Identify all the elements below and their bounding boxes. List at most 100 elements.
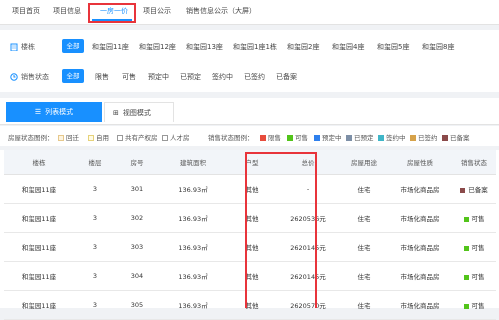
legend-swatch — [378, 135, 384, 141]
cell-status: 已备案 — [452, 174, 496, 204]
legend-swatch — [410, 135, 416, 141]
cell-building: 和玺园11座 — [4, 203, 74, 233]
cell-area: 136.93㎡ — [158, 290, 228, 320]
legend-item: 回迁 — [58, 132, 79, 142]
legend-item: 共有产权房 — [117, 132, 158, 142]
grid-icon: ⊞ — [113, 109, 119, 117]
column-header-floor: 楼层 — [74, 150, 116, 175]
cell-building: 和玺园11座 — [4, 232, 74, 262]
cell-status: 可售 — [452, 290, 496, 320]
legend-label: 自用 — [96, 134, 109, 142]
column-header-status: 销售状态 — [452, 150, 496, 175]
legend-label: 已签约 — [418, 134, 438, 142]
legend-swatch — [162, 135, 168, 141]
column-header-use: 房屋用途 — [340, 150, 388, 175]
legend-swatch — [88, 135, 94, 141]
tab-project-info[interactable]: 项目信息 — [53, 6, 81, 16]
filter-label-building: 楼栋 — [21, 43, 35, 51]
cell-use: 住宅 — [340, 203, 388, 233]
list-mode-tab[interactable]: ☰ 列表模式 — [6, 102, 102, 122]
legend-swatch — [314, 135, 320, 141]
filter-row-building: 楼栋 全部 和玺园11座 和玺园12座 和玺园13座 和玺园1座1栋 和玺园2座… — [0, 38, 499, 58]
building-icon — [10, 43, 18, 51]
filter-label-sale-status: 销售状态 — [21, 73, 49, 81]
tab-project-home[interactable]: 项目首页 — [12, 6, 40, 16]
legend-item: 人才房 — [162, 132, 190, 142]
legend-label: 已备案 — [450, 134, 470, 142]
cell-room: 304 — [116, 261, 158, 291]
cell-nature: 市场化商品房 — [388, 232, 452, 262]
legend-label: 限售 — [268, 134, 281, 142]
sale-status-option[interactable]: 已预定 — [180, 72, 201, 82]
cell-building: 和玺园11座 — [4, 174, 74, 204]
tab-project-publicity[interactable]: 项目公示 — [143, 6, 171, 16]
sale-status-option-all[interactable]: 全部 — [62, 69, 84, 83]
legend-item: 已预定 — [346, 132, 374, 142]
building-option[interactable]: 和玺园8座 — [422, 42, 454, 52]
cell-nature: 市场化商品房 — [388, 261, 452, 291]
building-option[interactable]: 和玺园2座 — [287, 42, 319, 52]
cell-use: 住宅 — [340, 290, 388, 320]
tab-sales-info-bigscreen[interactable]: 销售信息公示（大屏） — [186, 6, 256, 16]
view-mode-label: 视图模式 — [122, 109, 151, 117]
sale-status-option[interactable]: 可售 — [122, 72, 136, 82]
legend-item: 自用 — [88, 132, 109, 142]
building-option[interactable]: 和玺园11座 — [92, 42, 129, 52]
view-mode-tab[interactable]: ⊞ 视图模式 — [104, 102, 174, 122]
cell-room: 305 — [116, 290, 158, 320]
cell-room: 301 — [116, 174, 158, 204]
view-mode-bar: ☰ 列表模式 ⊞ 视图模式 — [0, 98, 499, 125]
building-option[interactable]: 和玺园13座 — [186, 42, 223, 52]
building-option-all[interactable]: 全部 — [62, 39, 84, 53]
legend-item: 预定中 — [314, 132, 342, 142]
cell-building: 和玺园11座 — [4, 290, 74, 320]
status-label: 可售 — [471, 215, 485, 223]
cell-area: 136.93㎡ — [158, 232, 228, 262]
status-label: 可售 — [471, 273, 485, 281]
sale-status-option[interactable]: 预定中 — [148, 72, 169, 82]
cell-floor: 3 — [74, 203, 116, 233]
sale-status-option[interactable]: 已备案 — [276, 72, 297, 82]
cell-area: 136.93㎡ — [158, 261, 228, 291]
list-mode-label: 列表模式 — [45, 108, 74, 116]
building-option[interactable]: 和玺园1座1栋 — [233, 42, 277, 52]
status-dot — [463, 245, 469, 251]
legend-label: 已预定 — [354, 134, 374, 142]
legend-label: 共有产权房 — [125, 134, 158, 142]
legend-swatch — [260, 135, 266, 141]
legend-swatch — [442, 135, 448, 141]
cell-area: 136.93㎡ — [158, 203, 228, 233]
sale-status-option[interactable]: 签约中 — [212, 72, 233, 82]
status-label: 可售 — [471, 244, 485, 252]
sale-status-option[interactable]: 限售 — [95, 72, 109, 82]
top-navigation: 项目首页 项目信息 一房一价 项目公示 销售信息公示（大屏） — [0, 0, 499, 25]
legend-item: 已签约 — [410, 132, 438, 142]
building-option[interactable]: 和玺园5座 — [377, 42, 409, 52]
sale-status-option[interactable]: 已签约 — [244, 72, 265, 82]
cell-floor: 3 — [74, 232, 116, 262]
legend-label: 预定中 — [322, 134, 342, 142]
legend-swatch — [117, 135, 123, 141]
column-header-area: 建筑面积 — [158, 150, 228, 175]
cell-area: 136.93㎡ — [158, 174, 228, 204]
highlight-box-tab — [88, 3, 136, 23]
column-header-nature: 房屋性质 — [388, 150, 452, 175]
highlight-box-price-column — [245, 152, 317, 308]
cell-status: 可售 — [452, 261, 496, 291]
cell-floor: 3 — [74, 290, 116, 320]
cell-nature: 市场化商品房 — [388, 290, 452, 320]
sale-status-icon — [10, 73, 18, 81]
house-status-legend-title: 房屋状态图例： — [8, 134, 54, 142]
legend-label: 人才房 — [170, 134, 190, 142]
sale-status-legend-title: 销售状态图例： — [208, 134, 254, 142]
cell-use: 住宅 — [340, 261, 388, 291]
legend-label: 可售 — [295, 134, 308, 142]
building-option[interactable]: 和玺园12座 — [139, 42, 176, 52]
cell-status: 可售 — [452, 232, 496, 262]
status-dot — [463, 274, 469, 280]
building-option[interactable]: 和玺园4座 — [332, 42, 364, 52]
status-label: 已备案 — [468, 186, 488, 194]
cell-use: 住宅 — [340, 174, 388, 204]
legend-swatch — [58, 135, 64, 141]
column-header-building: 楼栋 — [4, 150, 74, 175]
